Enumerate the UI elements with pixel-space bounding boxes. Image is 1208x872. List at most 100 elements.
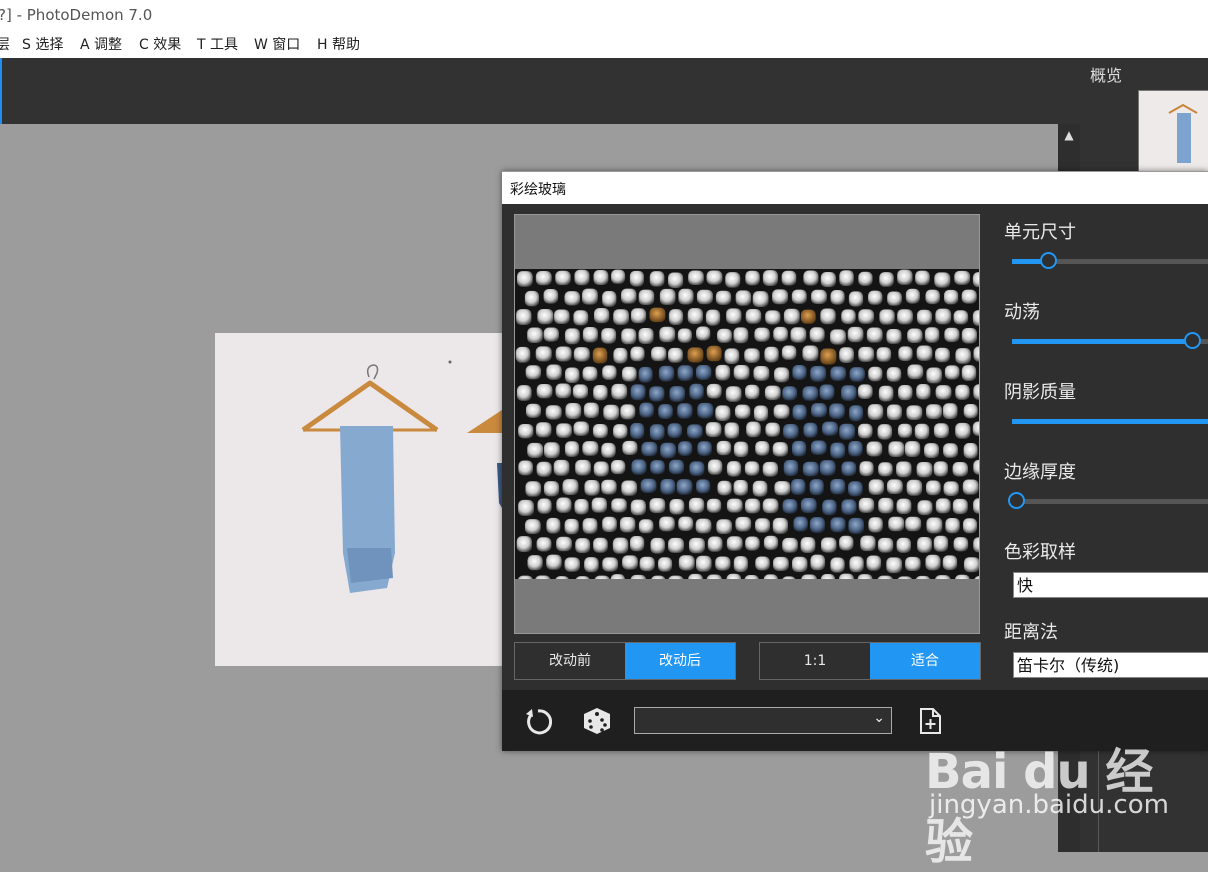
mosaic-cell — [536, 383, 553, 399]
menu-select[interactable]: S 选择 — [22, 32, 63, 58]
mosaic-cell — [952, 498, 968, 515]
mosaic-cell — [611, 383, 628, 400]
mosaic-cell — [906, 479, 923, 496]
mosaic-cell — [792, 556, 808, 573]
mosaic-cell — [725, 386, 742, 402]
mosaic-cell — [955, 384, 970, 400]
mosaic-cell — [752, 291, 769, 308]
mosaic-cell — [678, 516, 694, 531]
overview-thumbnail[interactable] — [1138, 90, 1208, 172]
mosaic-cell — [676, 479, 693, 495]
mosaic-cell — [907, 364, 924, 380]
mosaic-cell — [848, 441, 863, 457]
dice-icon[interactable] — [582, 706, 612, 736]
menu-effects[interactable]: C 效果 — [139, 32, 181, 58]
mosaic-cell — [914, 423, 930, 440]
mosaic-cell — [886, 404, 902, 421]
mosaic-cell — [706, 345, 722, 362]
mosaic-cell — [525, 365, 542, 380]
mosaic-cell — [593, 269, 609, 285]
cell-size-slider[interactable] — [1012, 252, 1208, 271]
effect-preview[interactable] — [514, 214, 980, 634]
mosaic-cell — [726, 308, 742, 324]
mosaic-cell — [555, 346, 572, 362]
preset-dropdown[interactable]: ⌄ — [634, 707, 892, 734]
slider-knob[interactable] — [1184, 332, 1201, 349]
mosaic-cell — [677, 403, 693, 419]
slider-knob[interactable] — [1008, 492, 1025, 509]
shade-quality-slider[interactable] — [1012, 413, 1208, 431]
edge-thickness-label: 边缘厚度 — [1004, 462, 1076, 483]
mosaic-cell — [744, 348, 760, 363]
overview-title: 概览 — [1090, 66, 1123, 85]
mosaic-cell — [849, 405, 864, 422]
after-button[interactable]: 改动后 — [625, 643, 735, 679]
mosaic-cell — [527, 327, 543, 344]
mosaic-cell — [515, 346, 531, 363]
mosaic-cell — [774, 367, 790, 383]
mosaic-cell — [734, 404, 751, 419]
mosaic-cell — [535, 271, 552, 286]
distance-method-select[interactable]: 笛卡尔（传统) — [1013, 652, 1208, 678]
mosaic-cell — [525, 481, 542, 497]
scroll-up-icon[interactable]: ▲ — [1058, 124, 1080, 146]
mosaic-cell — [689, 461, 705, 476]
mosaic-cell — [773, 556, 789, 572]
mosaic-cell — [641, 441, 658, 457]
mosaic-cell — [783, 424, 799, 439]
mosaic-cell — [896, 498, 912, 515]
mosaic-cell — [516, 536, 532, 552]
mosaic-cell — [753, 405, 769, 422]
mosaic-cell — [848, 481, 863, 497]
mosaic-cell — [764, 346, 779, 363]
mosaic-cell — [638, 289, 655, 305]
menu-layer[interactable]: 层 — [0, 32, 10, 58]
mosaic-cell — [726, 536, 743, 551]
mosaic-cell — [802, 461, 819, 477]
mosaic-cell — [755, 518, 771, 533]
mosaic-cell — [934, 272, 951, 288]
mosaic-cell — [925, 404, 942, 420]
mosaic-cell — [935, 347, 950, 363]
slider-fill — [1012, 339, 1192, 344]
edge-thickness-slider[interactable] — [1008, 492, 1208, 511]
mosaic-cell — [555, 383, 572, 399]
mosaic-cell — [715, 556, 731, 571]
mosaic-cell — [543, 288, 559, 304]
mosaic-cell — [822, 421, 838, 436]
menu-tools[interactable]: T 工具 — [197, 32, 238, 58]
mosaic-cell — [669, 386, 686, 402]
mosaic-cell — [650, 537, 665, 554]
mosaic-cell — [878, 385, 894, 402]
before-button[interactable]: 改动前 — [515, 643, 625, 679]
color-sampling-label: 色彩取样 — [1004, 542, 1076, 563]
reset-icon[interactable] — [523, 706, 553, 736]
mosaic-cell — [878, 462, 893, 477]
mosaic-cell — [622, 440, 638, 456]
mosaic-cell — [621, 328, 637, 345]
mosaic-cell — [866, 441, 883, 457]
mosaic-cell — [546, 364, 562, 380]
mosaic-cell — [793, 516, 808, 532]
slider-knob[interactable] — [1040, 252, 1057, 269]
menu-help[interactable]: H 帮助 — [317, 32, 360, 58]
turbulence-slider[interactable] — [1012, 332, 1208, 351]
zoom-fit-button[interactable]: 适合 — [870, 643, 980, 679]
zoom-1to1-button[interactable]: 1:1 — [760, 643, 870, 679]
mosaic-cell — [695, 365, 712, 381]
mosaic-cell — [809, 327, 825, 343]
mosaic-cell — [809, 517, 825, 533]
color-sampling-select[interactable]: 快 — [1013, 572, 1208, 598]
menu-adjust[interactable]: A 调整 — [80, 32, 122, 58]
mosaic-cell — [820, 348, 837, 365]
canvas-image[interactable] — [215, 333, 505, 666]
mosaic-cell — [820, 272, 836, 288]
mosaic-cell — [707, 459, 723, 475]
mosaic-cell — [659, 516, 675, 532]
shade-quality-label: 阴影质量 — [1004, 382, 1076, 403]
menu-window[interactable]: W 窗口 — [254, 32, 300, 58]
mosaic-cell — [649, 498, 666, 514]
mosaic-cell — [897, 423, 913, 438]
mosaic-cell — [858, 271, 873, 286]
mosaic-cell — [707, 536, 723, 552]
